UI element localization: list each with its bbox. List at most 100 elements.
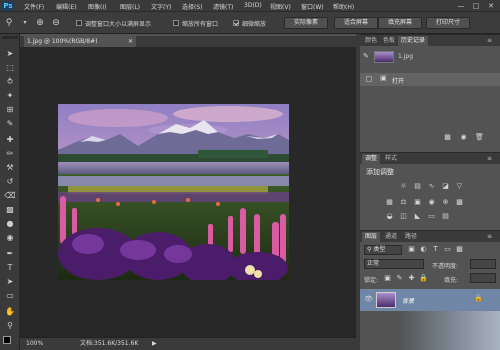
zoom-out-icon[interactable]: ⊖ [50,17,62,29]
blur-tool-icon[interactable]: ● [3,218,17,230]
dodge-tool-icon[interactable]: ◉ [3,232,17,244]
brightness-contrast-icon[interactable]: ☼ [398,181,409,192]
shape-tool-icon[interactable]: ▭ [3,290,17,302]
posterize-icon[interactable]: ◫ [398,211,409,222]
channel-mixer-icon[interactable]: ⊕ [440,197,451,208]
exposure-icon[interactable]: ◪ [440,181,451,192]
layer-filter-select[interactable]: ⚲ 类型 [364,245,402,255]
type-tool-icon[interactable]: T [3,262,17,274]
status-menu-arrow-icon[interactable]: ▶ [152,338,157,350]
threshold-icon[interactable]: ◣ [412,211,423,222]
color-lookup-icon[interactable]: ▩ [454,197,465,208]
camera-icon[interactable]: ◉ [458,132,469,143]
tab-swatches[interactable]: 色板 [380,36,398,46]
zoom-level[interactable]: 100% [26,338,43,350]
layer-row[interactable]: 👁 背景 🔒 [360,289,500,311]
panel-menu-icon[interactable]: ≡ [484,36,495,46]
eyedropper-tool-icon[interactable]: ✎ [3,118,17,130]
fit-screen-button[interactable]: 适合屏幕 [334,17,378,29]
path-select-tool-icon[interactable]: ➤ [3,276,17,288]
invert-icon[interactable]: ◒ [384,211,395,222]
tab-styles[interactable]: 样式 [382,154,400,164]
history-brush-tool-icon[interactable]: ↺ [3,176,17,188]
brush-tool-icon[interactable]: ✏ [3,148,17,160]
filter-shape-icon[interactable]: ▭ [442,244,453,255]
actual-pixels-button[interactable]: 实际像素 [284,17,328,29]
curves-icon[interactable]: ∿ [426,181,437,192]
eraser-tool-icon[interactable]: ⌫ [3,190,17,202]
panel-menu-icon[interactable]: ≡ [484,232,495,242]
resize-windows-checkbox[interactable] [76,20,82,26]
history-brush-source-icon[interactable]: ✎ [363,52,369,60]
black-white-icon[interactable]: ▣ [412,197,423,208]
crop-tool-icon[interactable]: ⊞ [3,104,17,116]
menu-filter[interactable]: 滤镜(T) [213,2,233,11]
hand-tool-icon[interactable]: ✋ [3,306,17,318]
tab-adjustments[interactable]: 调整 [362,154,381,164]
print-size-button[interactable]: 打印尺寸 [426,17,470,29]
scrubby-zoom-checkbox[interactable] [233,20,239,26]
tab-paths[interactable]: 路径 [402,232,420,242]
tool-preset-dropdown[interactable]: ▾ [19,17,31,29]
clone-stamp-tool-icon[interactable]: ⚒ [3,162,17,174]
new-document-from-state-icon[interactable]: ▩ [442,132,453,143]
history-brush-source-box[interactable] [366,76,372,82]
opacity-field[interactable] [470,259,496,269]
filter-adjustment-icon[interactable]: ◐ [418,244,429,255]
tools-grip[interactable] [2,36,18,39]
filter-smart-object-icon[interactable]: ▩ [454,244,465,255]
menu-image[interactable]: 图像(I) [88,2,106,11]
history-entry[interactable]: ▣ 打开 [360,73,500,86]
menu-view[interactable]: 视图(V) [270,2,291,11]
fill-screen-button[interactable]: 填充屏幕 [378,17,422,29]
filter-pixel-icon[interactable]: ▣ [406,244,417,255]
color-balance-icon[interactable]: ⚖ [398,197,409,208]
lock-transparency-icon[interactable]: ▣ [382,273,393,284]
marquee-tool-icon[interactable]: ⬚ [3,62,17,74]
lock-pixels-icon[interactable]: ✎ [394,273,405,284]
fill-field[interactable] [470,273,496,283]
menu-window[interactable]: 窗口(W) [301,2,324,11]
filter-type-icon[interactable]: T [430,244,441,255]
menu-select[interactable]: 选择(S) [182,2,203,11]
photo-filter-icon[interactable]: ◉ [426,197,437,208]
document-tab[interactable]: 1.jpg @ 100%(RGB/8#) ✕ [24,36,136,47]
pen-tool-icon[interactable]: ✒ [3,248,17,260]
zoom-tool-icon[interactable]: ⚲ [3,17,15,29]
restore-button[interactable]: □ [469,1,483,11]
selective-color-icon[interactable]: ▤ [440,211,451,222]
zoom-in-icon[interactable]: ⊕ [34,17,46,29]
lock-position-icon[interactable]: ✚ [406,273,417,284]
panel-menu-icon[interactable]: ≡ [484,154,495,164]
zoom-all-windows-checkbox[interactable] [173,20,179,26]
close-document-icon[interactable]: ✕ [128,36,133,47]
menu-help[interactable]: 帮助(H) [333,2,354,11]
gradient-map-icon[interactable]: ▭ [426,211,437,222]
menu-layer[interactable]: 图层(L) [120,2,140,11]
tab-history[interactable]: 历史记录 [398,36,429,46]
document-image[interactable] [58,104,289,280]
healing-brush-tool-icon[interactable]: ✚ [3,134,17,146]
tab-channels[interactable]: 通道 [382,232,400,242]
menu-file[interactable]: 文件(F) [24,2,44,11]
vibrance-icon[interactable]: ▽ [454,181,465,192]
hue-saturation-icon[interactable]: ▦ [384,197,395,208]
menu-edit[interactable]: 编辑(E) [56,2,76,11]
zoom-tool-icon[interactable]: ⚲ [3,320,17,332]
visibility-eye-icon[interactable]: 👁 [364,295,373,303]
menu-3d[interactable]: 3D(D) [244,2,262,9]
tab-layers[interactable]: 图层 [362,232,381,242]
levels-icon[interactable]: ▤ [412,181,423,192]
lock-all-icon[interactable]: 🔒 [418,273,429,284]
quick-select-tool-icon[interactable]: ✦ [3,90,17,102]
menu-type[interactable]: 文字(Y) [151,2,171,11]
minimize-button[interactable]: — [454,1,468,11]
history-snapshot-row[interactable]: ✎ 1.jpg [360,49,500,65]
foreground-color-swatch[interactable] [3,336,11,344]
move-tool-icon[interactable]: ➤ [3,48,17,60]
tab-color[interactable]: 颜色 [362,36,380,46]
lasso-tool-icon[interactable]: ⥁ [3,76,17,88]
close-button[interactable]: ✕ [484,1,498,11]
trash-icon[interactable]: 🗑 [474,132,485,143]
blend-mode-select[interactable]: 正常 [364,259,424,269]
